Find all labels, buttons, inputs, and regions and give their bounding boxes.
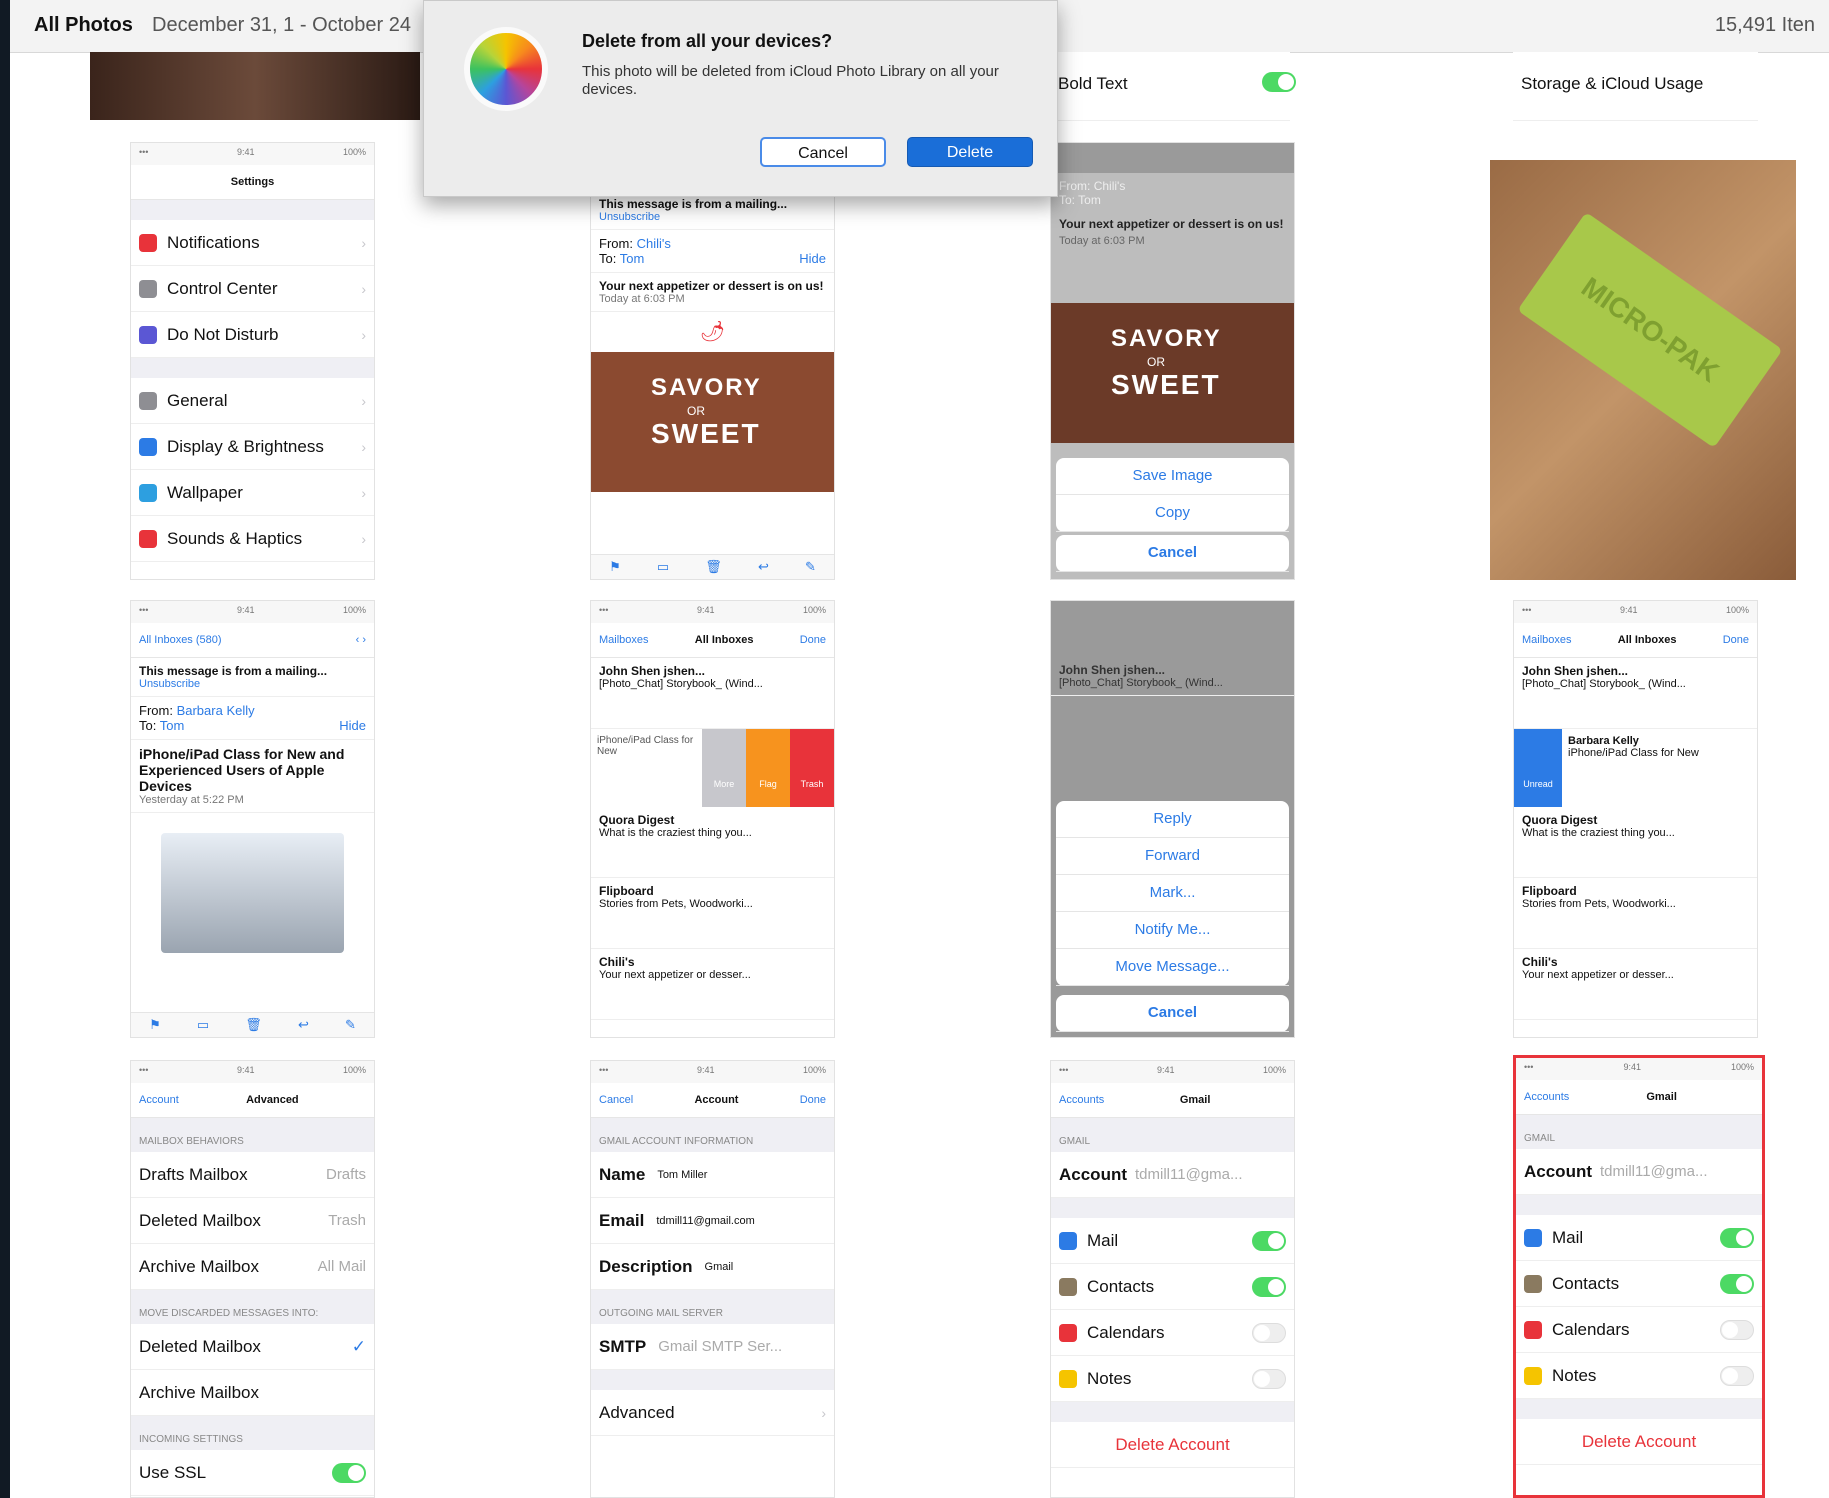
settings-wallpaper: Wallpaper › [131,470,374,516]
mail-toolbar: ⚑ ▭ 🗑 ↩ ✎ [591,554,834,579]
moon-icon [139,325,157,344]
speaker-icon [139,529,157,548]
contacts-icon [1524,1274,1542,1293]
photos-app-icon [464,27,548,111]
dialog-title: Delete from all your devices? [582,31,833,51]
folder-icon: ▭ [656,559,670,574]
chili-logo-icon: 🌶 [699,321,726,343]
photos-window: All Photos December 31, 1 - October 24 1… [10,0,1829,1498]
ipad-image [161,833,344,953]
photo-thumb-save-image-sheet[interactable]: From: Chili's To: Tom Your next appetize… [1050,142,1295,580]
swipe-actions: iPhone/iPad Class for New More Flag Tras… [591,729,834,807]
gear-icon [139,391,157,410]
notes-icon [1059,1369,1077,1388]
email-banner: SAVORY OR SWEET [591,352,834,492]
wallpaper-icon [139,483,157,502]
cancel-button[interactable]: Cancel [760,137,886,167]
display-icon [139,437,157,456]
settings-general: General › [131,378,374,424]
photo-thumb-gmail-selected[interactable]: ••• 9:41 100% Accounts Gmail GMAIL Account t… [1513,1055,1765,1498]
photo-thumb-chilis-email[interactable]: This message is from a mailing... Unsubs… [590,142,835,580]
calendar-icon [1524,1320,1542,1339]
dialog-message: This photo will be deleted from iCloud P… [582,63,999,98]
control-center-icon [139,279,157,298]
notifications-icon [139,233,157,252]
storage-label: Storage & iCloud Usage [1521,74,1704,93]
date-range: December 31, 1 - October 24 [152,14,412,36]
contacts-icon [1059,1277,1077,1296]
bold-text-label: Bold Text [1058,74,1128,93]
photo-thumb-inbox-unread[interactable]: ••• 9:41 100% Mailboxes All Inboxes Done Joh… [1513,600,1758,1038]
save-image-cancel: Cancel [1056,535,1289,572]
photo-thumb-advanced[interactable]: ••• 9:41 100% Account Advanced MAILBOX BEHA… [130,1060,375,1498]
settings-dnd: Do Not Disturb › [131,312,374,358]
settings-title: Settings [230,176,275,188]
all-photos-title: All Photos [34,14,133,36]
mail-action-sheet: Reply Forward Mark... Notify Me... Move … [1056,801,1289,986]
checkmark-icon: ✓ [351,1336,366,1356]
bold-text-toggle [1262,72,1296,92]
photo-thumb-micropak[interactable]: MICRO-PAK [1490,160,1796,580]
photo-thumb-strip-1[interactable] [90,52,420,120]
calendar-icon [1059,1323,1077,1342]
photo-thumb-barbara-email[interactable]: ••• 9:41 100% All Inboxes (580) ‹ › This me… [130,600,375,1038]
photo-thumb-gmail[interactable]: ••• 9:41 100% Accounts Gmail GMAIL Account t… [1050,1060,1295,1498]
mail-icon [1059,1231,1077,1250]
photo-thumb-mail-actions[interactable]: John Shen jshen... [Photo_Chat] Storybook… [1050,600,1295,1038]
photo-thumb-account[interactable]: ••• 9:41 100% Cancel Account Done GMAIL ACCO… [590,1060,835,1498]
photo-thumb-inbox-swipe[interactable]: ••• 9:41 100% Mailboxes All Inboxes Done Joh… [590,600,835,1038]
settings-sounds: Sounds & Haptics › [131,516,374,562]
trash-icon: 🗑 [705,559,722,574]
settings-control-center: Control Center › [131,266,374,312]
reply-icon: ↩ [757,559,769,574]
item-count: 15,491 Iten [1714,14,1815,36]
photo-thumb-strip-4[interactable]: Storage & iCloud Usage [1513,52,1758,121]
compose-icon: ✎ [805,559,816,574]
email-banner-dimmed: SAVORY OR SWEET [1051,303,1294,443]
save-image-sheet: Save Image Copy [1056,458,1289,532]
delete-dialog: Delete from all your devices? This photo… [423,0,1058,197]
notes-icon [1524,1366,1542,1385]
delete-button[interactable]: Delete [907,137,1033,167]
micropak-packet: MICRO-PAK [1517,212,1783,448]
settings-display: Display & Brightness › [131,424,374,470]
mail-icon [1524,1228,1542,1247]
photo-thumb-strip-3[interactable]: Bold Text [1050,52,1296,121]
settings-notifications: Notifications › [131,220,374,266]
flag-icon: ⚑ [609,559,621,574]
photo-thumb-settings[interactable]: ••• 9:41 100% Settings Notifications › Cont… [130,142,375,580]
